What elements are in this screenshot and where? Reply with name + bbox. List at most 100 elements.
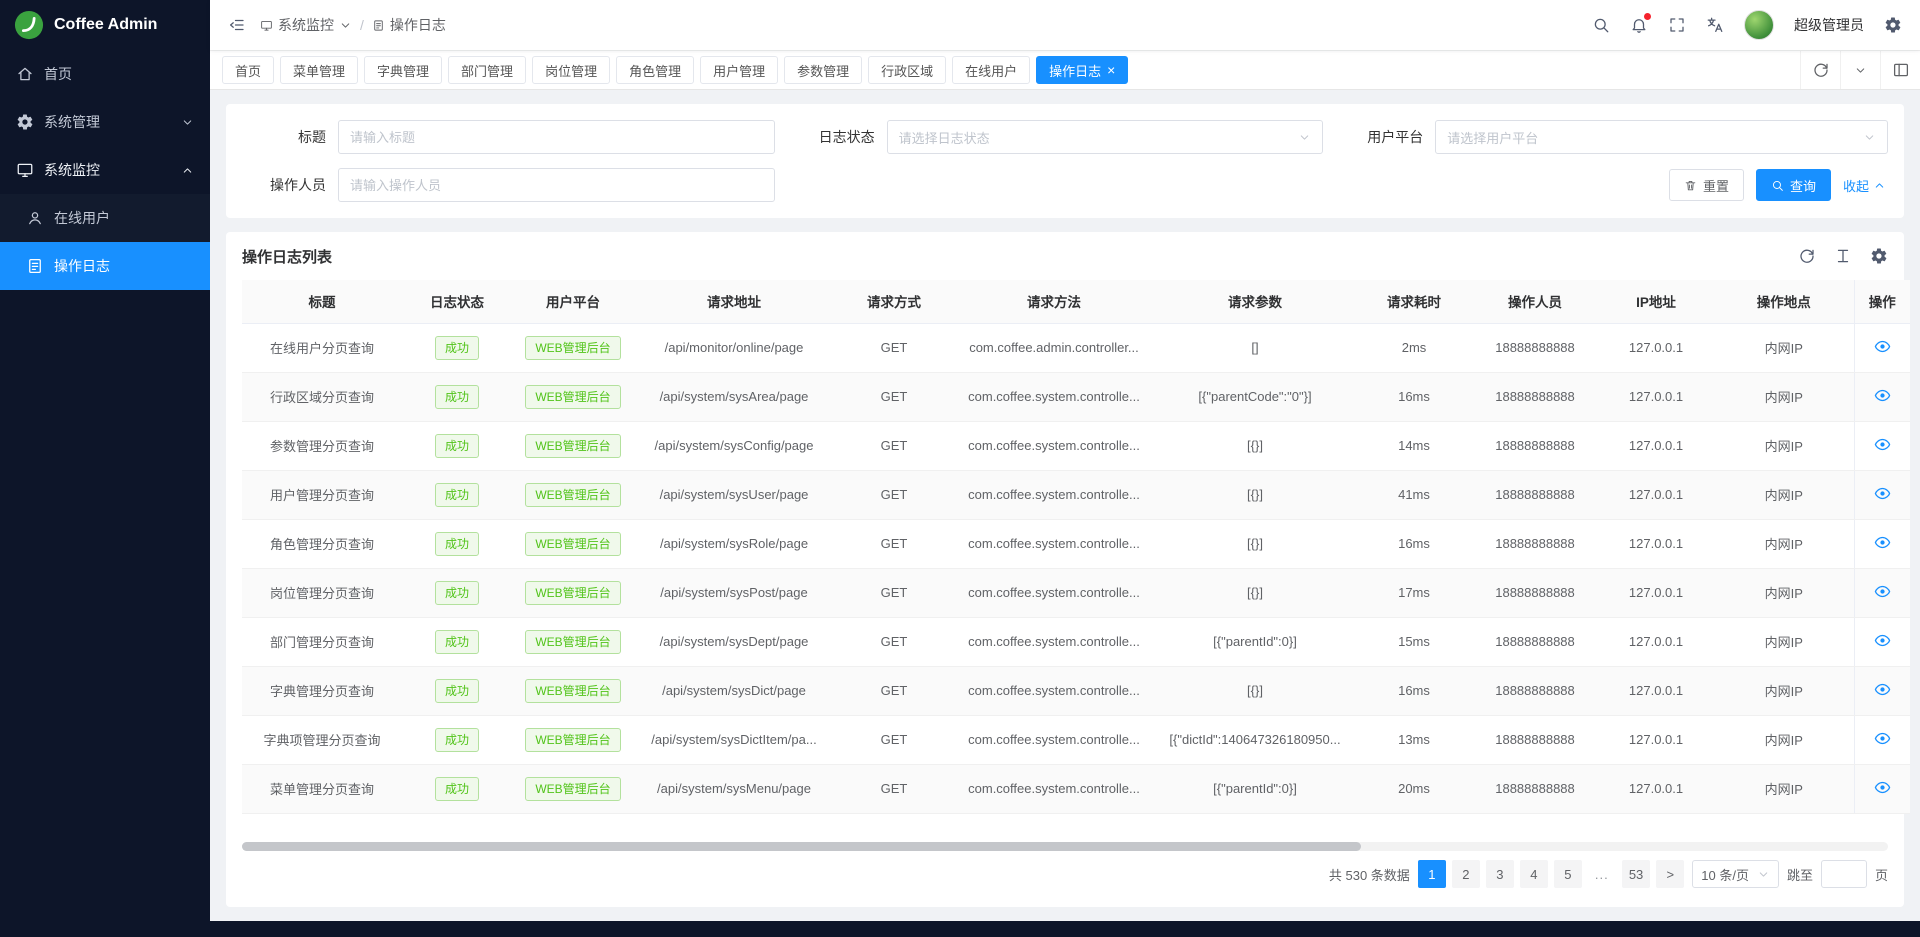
status-badge: 成功 [435,679,479,703]
refresh-icon[interactable] [1798,247,1816,265]
pagination-total: 共 530 条数据 [1329,865,1410,884]
tab-角色管理[interactable]: 角色管理 [616,56,694,84]
page-button-2[interactable]: 2 [1452,860,1480,888]
row-height-icon[interactable] [1834,247,1852,265]
view-detail-eye-icon[interactable] [1874,387,1891,404]
view-detail-eye-icon[interactable] [1874,534,1891,551]
cell-actions [1854,470,1910,519]
sidebar-item-system-monitor[interactable]: 系统监控 [0,146,210,194]
document-icon [26,257,44,275]
chevron-down-icon [1298,131,1311,144]
cell-ip: 127.0.0.1 [1598,617,1714,666]
page-button-1[interactable]: 1 [1418,860,1446,888]
tab-首页[interactable]: 首页 [222,56,274,84]
chevron-down-icon [339,19,352,32]
search-button[interactable]: 查询 [1756,169,1831,201]
tab-label: 操作日志 [1049,61,1101,80]
view-detail-eye-icon[interactable] [1874,485,1891,502]
cell-platform: WEB管理后台 [512,421,634,470]
column-header-操作: 操作 [1854,280,1910,323]
tab-label: 部门管理 [461,61,513,80]
view-detail-eye-icon[interactable] [1874,681,1891,698]
tab-菜单管理[interactable]: 菜单管理 [280,56,358,84]
chevron-down-icon[interactable] [1840,51,1880,89]
view-detail-eye-icon[interactable] [1874,338,1891,355]
cell-params: [{}] [1154,421,1356,470]
layout-icon[interactable] [1880,51,1920,89]
cell-platform: WEB管理后台 [512,666,634,715]
column-header-标题: 标题 [242,280,402,323]
user-name[interactable]: 超级管理员 [1794,15,1864,35]
operator-input[interactable] [350,178,763,193]
view-detail-eye-icon[interactable] [1874,779,1891,796]
user-avatar[interactable] [1744,10,1774,40]
view-detail-eye-icon[interactable] [1874,632,1891,649]
cell-method: GET [834,666,954,715]
platform-badge: WEB管理后台 [525,532,620,556]
tab-部门管理[interactable]: 部门管理 [448,56,526,84]
tab-操作日志[interactable]: 操作日志 × [1036,56,1128,84]
tab-岗位管理[interactable]: 岗位管理 [532,56,610,84]
status-select[interactable]: 请选择日志状态 [887,120,1324,154]
cell-duration: 2ms [1356,323,1472,372]
cell-ip: 127.0.0.1 [1598,764,1714,813]
tab-label: 菜单管理 [293,61,345,80]
sidebar: Coffee Admin 首页 系统管理 系统监控 在线用户 [0,0,210,937]
view-detail-eye-icon[interactable] [1874,436,1891,453]
page-button-4[interactable]: 4 [1520,860,1548,888]
menu-fold-icon[interactable] [228,16,246,34]
tab-行政区域[interactable]: 行政区域 [868,56,946,84]
tab-close-icon[interactable]: × [1107,63,1115,77]
reset-button[interactable]: 重置 [1669,169,1744,201]
cell-params: [{"dictId":140647326180950... [1154,715,1356,764]
translate-icon[interactable] [1706,16,1724,34]
column-settings-gear-icon[interactable] [1870,247,1888,265]
cell-duration: 20ms [1356,764,1472,813]
cell-ip: 127.0.0.1 [1598,568,1714,617]
tab-label: 角色管理 [629,61,681,80]
refresh-icon[interactable] [1800,51,1840,89]
tab-label: 在线用户 [965,61,1017,80]
sidebar-item-system-management[interactable]: 系统管理 [0,98,210,146]
next-page-button[interactable]: > [1656,860,1684,888]
chevron-down-icon [181,116,194,129]
tab-在线用户[interactable]: 在线用户 [952,56,1030,84]
cell-status: 成功 [402,470,512,519]
sidebar-item-home[interactable]: 首页 [0,50,210,98]
view-detail-eye-icon[interactable] [1874,730,1891,747]
tab-用户管理[interactable]: 用户管理 [700,56,778,84]
tab-参数管理[interactable]: 参数管理 [784,56,862,84]
horizontal-scrollbar-thumb[interactable] [242,842,1361,851]
pager: 12345...53> [1418,860,1684,888]
settings-gear-icon[interactable] [1884,16,1902,34]
main-area: 系统监控 / 操作日志 [210,0,1920,921]
tab-字典管理[interactable]: 字典管理 [364,56,442,84]
fullscreen-icon[interactable] [1668,16,1686,34]
search-icon[interactable] [1592,16,1610,34]
tab-label: 用户管理 [713,61,765,80]
collapse-button[interactable]: 收起 [1843,176,1886,195]
notification-bell-icon[interactable] [1630,16,1648,34]
jump-page-input[interactable] [1821,860,1867,888]
page-size-select[interactable]: 10 条/页 [1692,860,1779,888]
cell-location: 内网IP [1714,617,1854,666]
cell-duration: 41ms [1356,470,1472,519]
page-button-53[interactable]: 53 [1622,860,1650,888]
sidebar-item-online-users[interactable]: 在线用户 [0,194,210,242]
status-badge: 成功 [435,728,479,752]
operator-filter-label: 操作人员 [242,175,338,195]
page-button-3[interactable]: 3 [1486,860,1514,888]
view-detail-eye-icon[interactable] [1874,583,1891,600]
title-input[interactable] [350,130,763,145]
platform-badge: WEB管理后台 [525,434,620,458]
table-row: 菜单管理分页查询成功WEB管理后台/api/system/sysMenu/pag… [242,764,1910,813]
sidebar-item-operation-log[interactable]: 操作日志 [0,242,210,290]
platform-select[interactable]: 请选择用户平台 [1435,120,1888,154]
cell-status: 成功 [402,323,512,372]
cell-status: 成功 [402,715,512,764]
page-button-5[interactable]: 5 [1554,860,1582,888]
jump-label: 跳至 [1787,865,1813,884]
cell-handler: com.coffee.system.controlle... [954,568,1154,617]
cell-method: GET [834,715,954,764]
breadcrumb-item-monitor[interactable]: 系统监控 [260,15,352,35]
